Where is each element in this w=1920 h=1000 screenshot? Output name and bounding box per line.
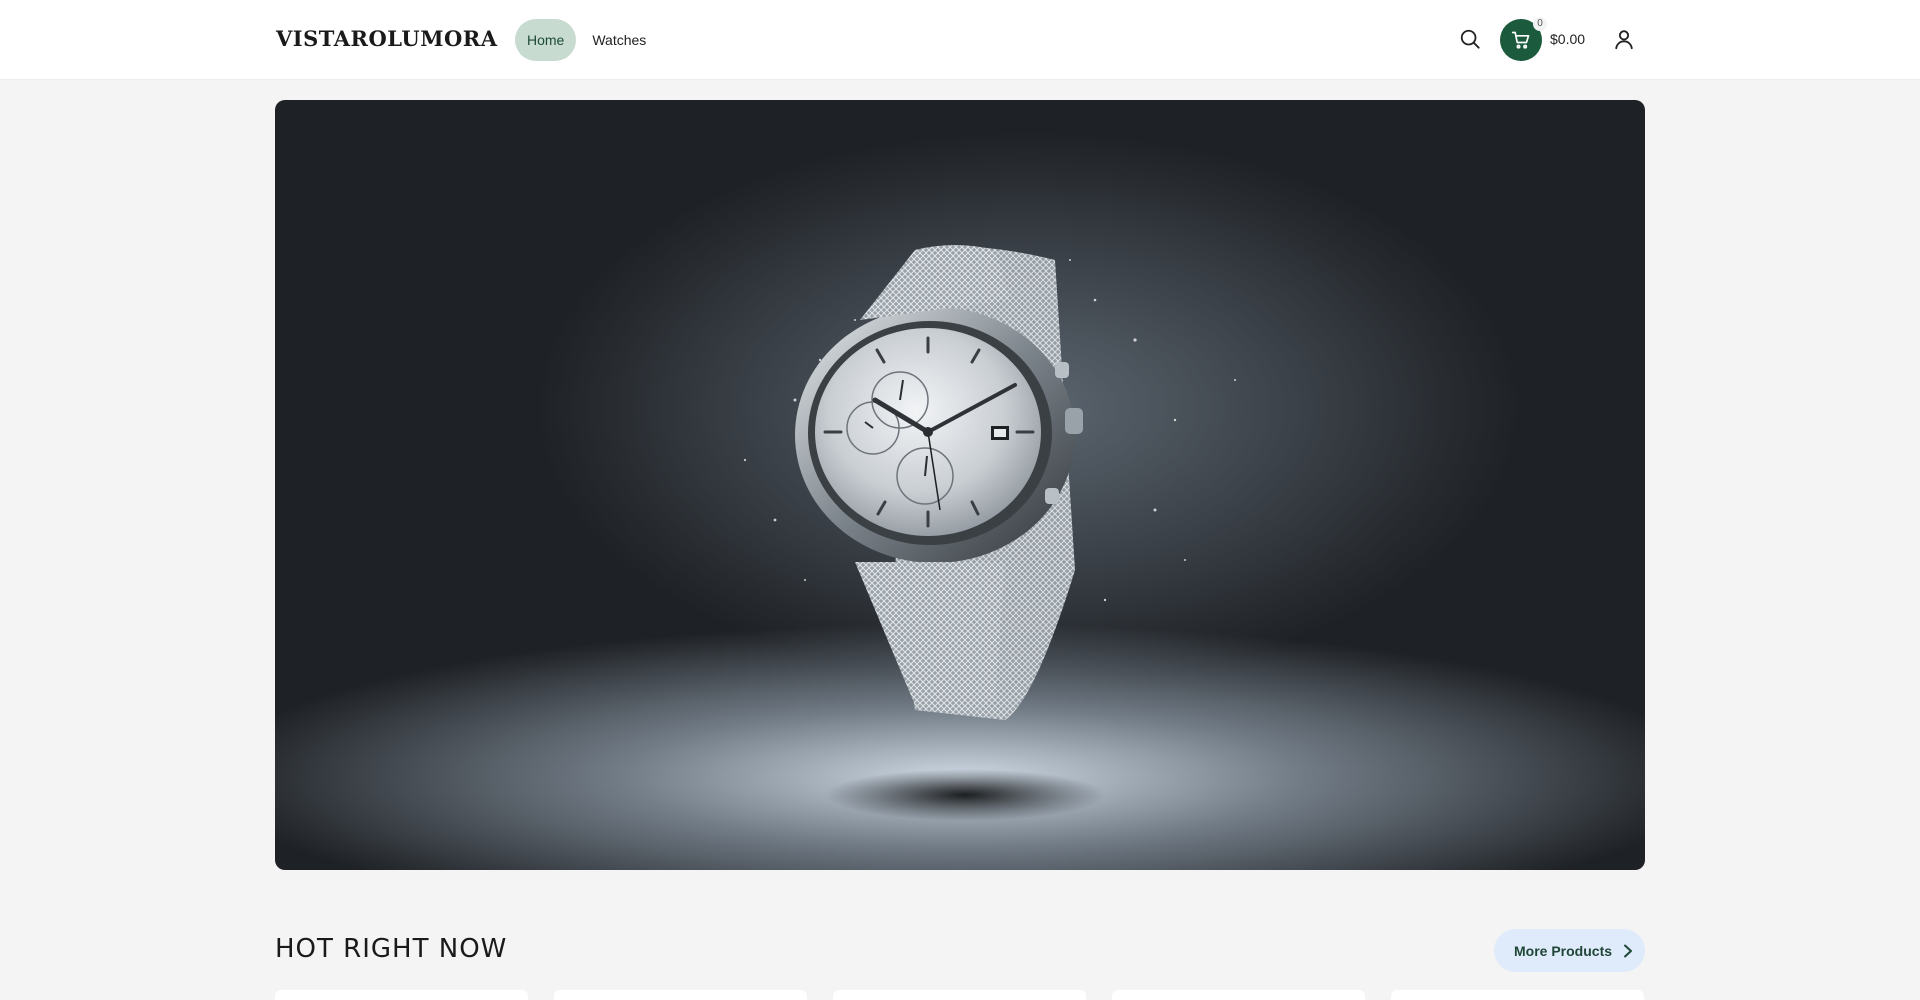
- product-card[interactable]: [554, 990, 807, 1000]
- product-card[interactable]: [833, 990, 1086, 1000]
- more-products-label: More Products: [1514, 942, 1613, 959]
- site-logo[interactable]: VISTAROLUMORA: [276, 26, 498, 51]
- cart-count-badge: 0: [1533, 17, 1547, 31]
- nav-item-watches[interactable]: Watches: [580, 19, 658, 61]
- product-card[interactable]: [1391, 990, 1644, 1000]
- section-title: HOT RIGHT NOW: [275, 934, 508, 964]
- main-nav: Home Watches: [515, 19, 658, 61]
- product-card[interactable]: [1112, 990, 1365, 1000]
- account-icon[interactable]: [1612, 27, 1636, 51]
- nav-item-home[interactable]: Home: [515, 19, 577, 61]
- site-header: VISTAROLUMORA Home Watches 0 $0.00: [0, 0, 1920, 79]
- more-products-button[interactable]: More Products: [1494, 929, 1645, 972]
- cart-icon: [1511, 30, 1531, 50]
- product-grid: [275, 990, 1644, 1000]
- hero-watch-image: [743, 245, 1236, 821]
- chevron-right-icon: [1622, 944, 1634, 958]
- cart-total[interactable]: $0.00: [1550, 31, 1585, 47]
- hero-banner[interactable]: [275, 100, 1645, 870]
- search-icon[interactable]: [1458, 27, 1482, 51]
- product-card[interactable]: [275, 990, 528, 1000]
